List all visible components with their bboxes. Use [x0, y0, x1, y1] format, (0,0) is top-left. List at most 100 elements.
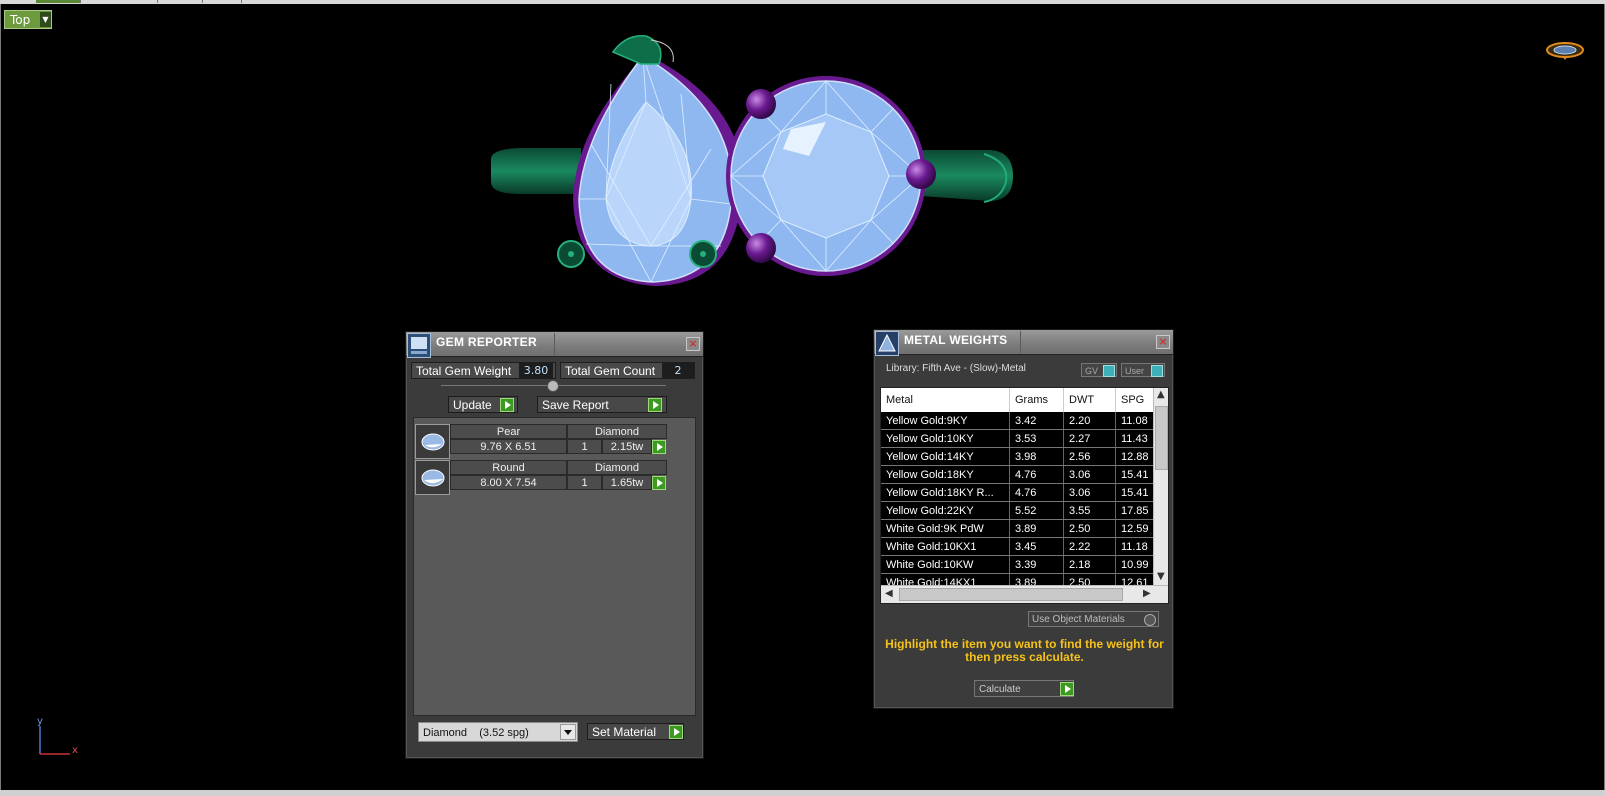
chevron-down-icon[interactable] — [560, 724, 576, 740]
metal-name-cell: White Gold:9K PdW — [881, 519, 1010, 538]
total-gem-count-value: 2 — [662, 363, 694, 378]
scroll-up-icon[interactable]: ▲ — [1157, 389, 1165, 400]
set-material-button-label: Set Material — [592, 724, 657, 739]
3d-viewport[interactable]: Top ▼ y x — [0, 4, 1605, 790]
update-button-label: Update — [453, 397, 492, 412]
vertical-scrollbar[interactable]: ▲ ▼ — [1153, 388, 1168, 585]
dwt-cell: 2.20 — [1063, 412, 1116, 430]
dwt-cell: 2.18 — [1063, 555, 1116, 574]
gem-qty: 1 — [567, 475, 602, 490]
total-gem-weight-text: Total Gem Weight — [416, 363, 512, 378]
prong — [746, 233, 776, 263]
col-header-dwt[interactable]: DWT — [1063, 388, 1116, 412]
axis-y-label: y — [37, 716, 43, 727]
grams-cell: 3.53 — [1009, 429, 1064, 448]
chevron-down-icon[interactable]: ▼ — [40, 12, 51, 27]
table-row[interactable]: Yellow Gold:18KY 4.76 3.06 15.41 — [881, 465, 1163, 484]
material-select[interactable]: Diamond (3.52 spg) — [418, 722, 578, 742]
table-row[interactable]: Yellow Gold:10KY 3.53 2.27 11.43 — [881, 429, 1163, 448]
calculate-play-icon[interactable] — [1060, 682, 1074, 696]
table-row[interactable]: White Gold:9K PdW 3.89 2.50 12.59 — [881, 519, 1163, 538]
metal-name-cell: Yellow Gold:18KY — [881, 465, 1010, 484]
gem-row-play-icon[interactable] — [652, 440, 666, 454]
viewport-tab[interactable] — [158, 0, 203, 3]
metal-name-cell: Yellow Gold:14KY — [881, 447, 1010, 466]
scroll-left-icon[interactable]: ◀ — [885, 588, 893, 599]
dwt-cell: 2.56 — [1063, 447, 1116, 466]
gem-qty: 1 — [567, 439, 602, 454]
ring-shank-left — [491, 148, 581, 194]
dwt-cell: 2.50 — [1063, 519, 1116, 538]
table-row[interactable]: Yellow Gold:22KY 5.52 3.55 17.85 — [881, 501, 1163, 520]
grams-cell: 5.52 — [1009, 501, 1064, 520]
scroll-right-icon[interactable]: ▶ — [1143, 588, 1151, 599]
dwt-cell: 3.06 — [1063, 483, 1116, 502]
orientation-cube-icon[interactable] — [1544, 39, 1586, 61]
table-row[interactable]: Yellow Gold:14KY 3.98 2.56 12.88 — [881, 447, 1163, 466]
gem-size: 8.00 X 7.54 — [450, 475, 567, 490]
metal-weights-panel: METAL WEIGHTS × Library: Fifth Ave - (Sl… — [873, 329, 1174, 709]
grams-cell: 3.39 — [1009, 555, 1064, 574]
table-row[interactable]: White Gold:10KX1 3.45 2.22 11.18 — [881, 537, 1163, 556]
scroll-thumb[interactable] — [1155, 406, 1168, 470]
table-row[interactable]: White Gold:10KW 3.39 2.18 10.99 — [881, 555, 1163, 574]
viewport-tab[interactable] — [81, 0, 158, 3]
gem-weight: 2.15tw — [602, 439, 652, 454]
gem-row-play-icon[interactable] — [652, 476, 666, 490]
view-label-text: Top — [10, 12, 31, 27]
collapse-handle-icon[interactable] — [547, 380, 559, 392]
table-header: Metal Grams DWT SPG — [881, 388, 1163, 412]
metal-name-cell: Yellow Gold:10KY — [881, 429, 1010, 448]
gv-toggle-label: GV — [1085, 366, 1099, 376]
user-toggle-label: User — [1125, 366, 1145, 376]
viewport-tab[interactable] — [36, 0, 81, 3]
gem-row-round[interactable]: Round Diamond 8.00 X 7.54 1 1.65tw — [415, 460, 672, 495]
metal-name-cell: Yellow Gold:9KY — [881, 412, 1010, 430]
gem-material: Diamond — [567, 424, 667, 439]
prong — [906, 159, 936, 189]
gem-shape: Round — [450, 460, 567, 475]
gv-toggle[interactable]: GV — [1081, 363, 1117, 377]
grams-cell: 4.76 — [1009, 465, 1064, 484]
col-header-grams[interactable]: Grams — [1009, 388, 1064, 412]
grams-cell: 3.42 — [1009, 412, 1064, 430]
gem-reporter-icon — [407, 333, 431, 358]
total-gem-count-text: Total Gem Count — [565, 363, 656, 378]
library-label: Library: Fifth Ave - (Slow)-Metal — [886, 363, 1026, 374]
use-object-materials-option[interactable]: Use Object Materials — [1028, 611, 1159, 627]
table-row[interactable]: Yellow Gold:9KY 3.42 2.20 11.08 — [881, 412, 1163, 430]
viewport-tab[interactable] — [203, 0, 242, 3]
close-icon[interactable]: × — [1156, 335, 1170, 349]
ring-3d-model[interactable] — [491, 24, 1031, 304]
set-material-play-icon[interactable] — [669, 725, 683, 739]
update-play-icon[interactable] — [500, 398, 514, 412]
gem-reporter-titlebar[interactable]: GEM REPORTER × — [406, 332, 703, 358]
metal-weights-icon — [875, 331, 899, 356]
metal-weights-titlebar[interactable]: METAL WEIGHTS × — [874, 330, 1173, 356]
user-toggle[interactable]: User — [1121, 363, 1165, 377]
col-header-metal[interactable]: Metal — [881, 388, 1010, 412]
scroll-thumb[interactable] — [899, 588, 1123, 601]
metal-weights-title: METAL WEIGHTS — [904, 333, 1008, 347]
window-bottom-strip — [0, 790, 1605, 796]
axis-gizmo — [39, 726, 70, 755]
gem-row-pear[interactable]: Pear Diamond 9.76 X 6.51 1 2.15tw — [415, 424, 672, 459]
axis-x-label: x — [72, 745, 78, 756]
table-row[interactable]: Yellow Gold:18KY R... 4.76 3.06 15.41 — [881, 483, 1163, 502]
dwt-cell: 2.22 — [1063, 537, 1116, 556]
view-label-dropdown[interactable]: Top ▼ — [4, 10, 52, 29]
metal-table[interactable]: Metal Grams DWT SPG Yellow Gold:9KY 3.42 2… — [880, 387, 1169, 604]
horizontal-scrollbar[interactable]: ◀ ▶ — [881, 585, 1168, 603]
radio-icon[interactable] — [1144, 614, 1156, 626]
gem-reporter-title: GEM REPORTER — [436, 335, 537, 349]
calculate-button[interactable]: Calculate — [974, 680, 1074, 697]
prong — [746, 89, 776, 119]
total-gem-weight-value: 3.80 — [519, 363, 553, 378]
grams-cell: 4.76 — [1009, 483, 1064, 502]
metal-name-cell: Yellow Gold:18KY R... — [881, 483, 1010, 502]
close-icon[interactable]: × — [686, 337, 700, 351]
gem-list: Pear Diamond 9.76 X 6.51 1 2.15tw Round … — [413, 417, 696, 716]
scroll-down-icon[interactable]: ▼ — [1157, 571, 1165, 582]
save-report-play-icon[interactable] — [648, 398, 662, 412]
dwt-cell: 2.27 — [1063, 429, 1116, 448]
